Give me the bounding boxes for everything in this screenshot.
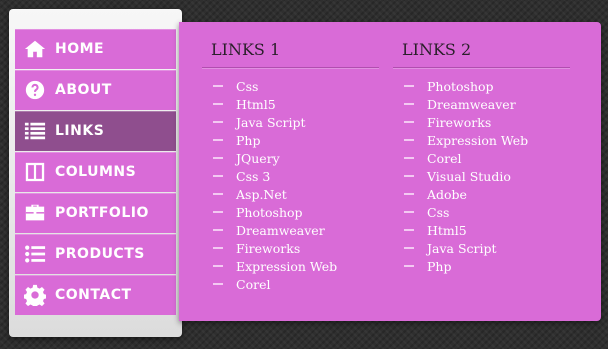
dash-bullet-icon — [213, 103, 223, 105]
link-text: Php — [427, 258, 452, 274]
link-item[interactable]: Corel — [211, 275, 379, 293]
link-text: Css — [236, 78, 259, 94]
link-item[interactable]: JQuery — [211, 149, 379, 167]
dash-bullet-icon — [213, 85, 223, 87]
dash-bullet-icon — [213, 211, 223, 213]
links-column-1: LINKS 1 Css Html5 Java Script Php JQuery Css … — [202, 40, 379, 293]
link-item[interactable]: Java Script — [211, 113, 379, 131]
link-text: Visual Studio — [427, 168, 511, 184]
link-text: Dreamweaver — [236, 222, 325, 238]
menu-item-contact[interactable]: CONTACT — [15, 275, 176, 315]
dash-bullet-icon — [404, 193, 414, 195]
link-text: Java Script — [236, 114, 306, 130]
dash-bullet-icon — [404, 103, 414, 105]
main-menu: HOME ABOUT LINKS COLUMNS PORTFOLIO PRODU… — [15, 29, 176, 316]
dash-bullet-icon — [404, 121, 414, 123]
link-text: Html5 — [236, 96, 276, 112]
menu-label-contact: CONTACT — [55, 287, 132, 303]
gear-icon — [23, 283, 47, 307]
question-icon — [23, 78, 47, 102]
columns-icon — [23, 160, 47, 184]
link-text: JQuery — [236, 150, 280, 166]
link-item[interactable]: Html5 — [402, 221, 570, 239]
link-item[interactable]: Expression Web — [402, 131, 570, 149]
dash-bullet-icon — [404, 139, 414, 141]
link-item[interactable]: Dreamweaver — [402, 95, 570, 113]
dash-bullet-icon — [213, 157, 223, 159]
menu-item-products[interactable]: PRODUCTS — [15, 234, 176, 274]
link-item[interactable]: Corel — [402, 149, 570, 167]
link-item[interactable]: Fireworks — [211, 239, 379, 257]
link-item[interactable]: Php — [402, 257, 570, 275]
link-item[interactable]: Css — [402, 203, 570, 221]
link-text: Expression Web — [427, 132, 529, 148]
dash-bullet-icon — [213, 139, 223, 141]
links-2-list: Photoshop Dreamweaver Fireworks Expression … — [402, 77, 570, 275]
link-item[interactable]: Css 3 — [211, 167, 379, 185]
menu-label-columns: COLUMNS — [55, 164, 137, 180]
dash-bullet-icon — [213, 265, 223, 267]
menu-label-about: ABOUT — [55, 82, 112, 98]
menu-item-columns[interactable]: COLUMNS — [15, 152, 176, 192]
link-text: Asp.Net — [236, 186, 287, 202]
link-text: Corel — [427, 150, 462, 166]
link-item[interactable]: Expression Web — [211, 257, 379, 275]
link-item[interactable]: Photoshop — [211, 203, 379, 221]
link-text: Php — [236, 132, 261, 148]
links-column-2: LINKS 2 Photoshop Dreamweaver Fireworks Exp… — [393, 40, 570, 275]
dash-bullet-icon — [404, 247, 414, 249]
dash-bullet-icon — [213, 193, 223, 195]
links-panel: LINKS 1 Css Html5 Java Script Php JQuery Css … — [179, 22, 601, 321]
dash-bullet-icon — [404, 265, 414, 267]
links-2-heading: LINKS 2 — [393, 40, 570, 68]
dash-bullet-icon — [404, 85, 414, 87]
link-text: Fireworks — [427, 114, 492, 130]
dash-bullet-icon — [213, 121, 223, 123]
menu-label-products: PRODUCTS — [55, 246, 145, 262]
link-item[interactable]: Java Script — [402, 239, 570, 257]
dash-bullet-icon — [404, 175, 414, 177]
dash-bullet-icon — [404, 211, 414, 213]
link-text: Expression Web — [236, 258, 338, 274]
menu-item-about[interactable]: ABOUT — [15, 70, 176, 110]
menu-item-home[interactable]: HOME — [15, 29, 176, 69]
link-text: Photoshop — [427, 78, 494, 94]
bulleted-list-icon — [23, 242, 47, 266]
link-text: Html5 — [427, 222, 467, 238]
link-item[interactable]: Asp.Net — [211, 185, 379, 203]
link-item[interactable]: Fireworks — [402, 113, 570, 131]
home-icon — [23, 37, 47, 61]
link-text: Css — [427, 204, 450, 220]
dash-bullet-icon — [213, 175, 223, 177]
dash-bullet-icon — [404, 157, 414, 159]
menu-item-portfolio[interactable]: PORTFOLIO — [15, 193, 176, 233]
link-item[interactable]: Php — [211, 131, 379, 149]
link-text: Css 3 — [236, 168, 271, 184]
link-text: Fireworks — [236, 240, 301, 256]
link-item[interactable]: Html5 — [211, 95, 379, 113]
link-text: Corel — [236, 276, 271, 292]
menu-label-home: HOME — [55, 41, 105, 57]
dash-bullet-icon — [213, 229, 223, 231]
link-text: Photoshop — [236, 204, 303, 220]
menu-label-portfolio: PORTFOLIO — [55, 205, 149, 221]
dash-bullet-icon — [213, 283, 223, 285]
links-1-list: Css Html5 Java Script Php JQuery Css 3 Asp.Net… — [211, 77, 379, 293]
sidebar: HOME ABOUT LINKS COLUMNS PORTFOLIO PRODU… — [9, 9, 182, 337]
link-text: Dreamweaver — [427, 96, 516, 112]
link-text: Adobe — [427, 186, 467, 202]
menu-label-links: LINKS — [55, 123, 105, 139]
link-item[interactable]: Dreamweaver — [211, 221, 379, 239]
link-item[interactable]: Adobe — [402, 185, 570, 203]
link-item[interactable]: Photoshop — [402, 77, 570, 95]
briefcase-icon — [23, 201, 47, 225]
dash-bullet-icon — [404, 229, 414, 231]
list-icon — [23, 119, 47, 143]
links-1-heading: LINKS 1 — [202, 40, 379, 68]
link-text: Java Script — [427, 240, 497, 256]
link-item[interactable]: Visual Studio — [402, 167, 570, 185]
dash-bullet-icon — [213, 247, 223, 249]
link-item[interactable]: Css — [211, 77, 379, 95]
menu-item-links[interactable]: LINKS — [15, 111, 176, 151]
